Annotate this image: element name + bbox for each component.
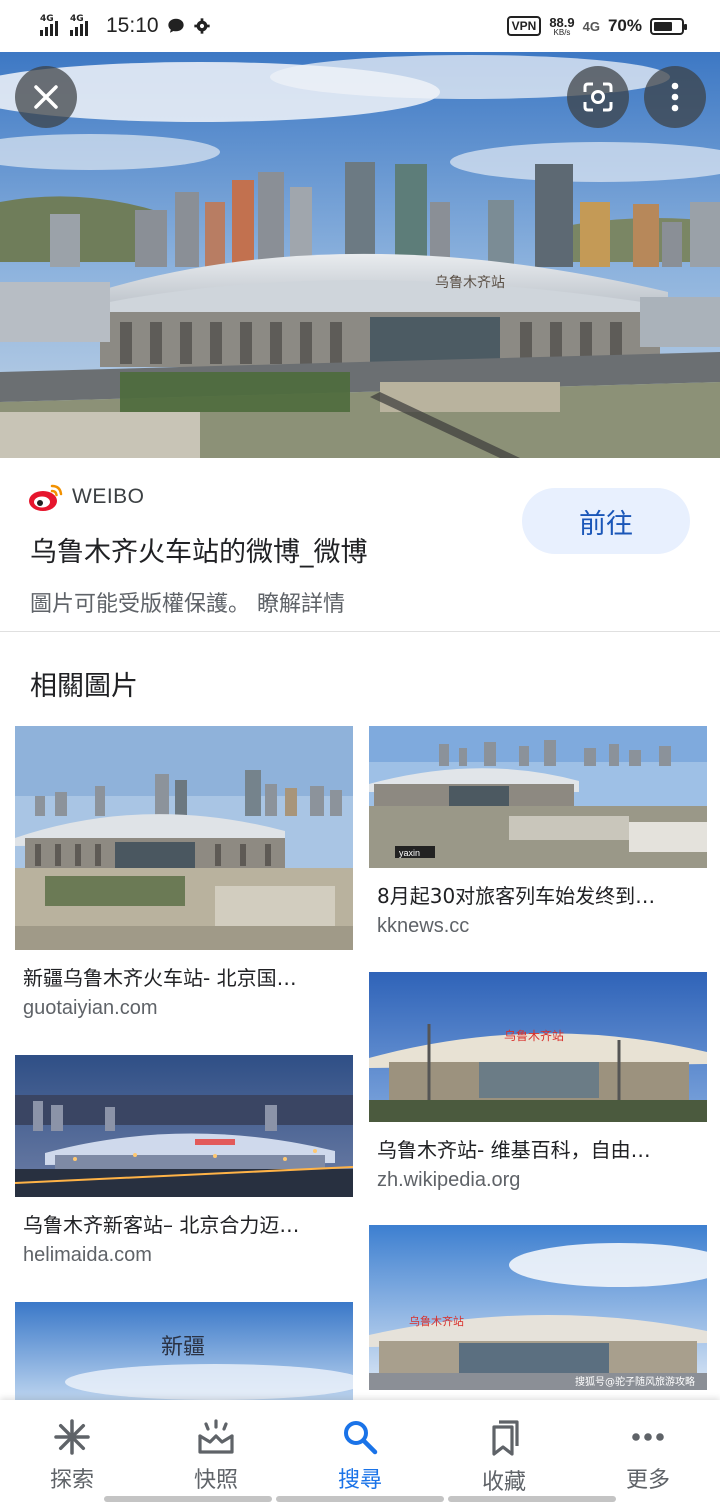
related-image-thumbnail: 乌鲁木齐站 <box>369 972 707 1122</box>
nav-more[interactable]: 更多 <box>576 1400 720 1504</box>
signal-strength-icon: 4G <box>40 14 62 36</box>
visit-button[interactable]: 前往 <box>522 488 690 554</box>
status-bar: 4G 4G 15:10 VPN 88.9 KB/s 4G 70% <box>0 0 720 52</box>
nav-collections[interactable]: 收藏 <box>432 1400 576 1504</box>
signal-strength-icon: 4G <box>70 14 92 36</box>
snapshot-icon <box>198 1419 234 1454</box>
status-time: 15:10 <box>106 14 159 37</box>
related-image-domain: guotaiyian.com <box>23 997 158 1019</box>
network-type: 4G <box>582 18 600 34</box>
thumbnail-watermark: yaxin <box>399 848 420 858</box>
svg-text:乌鲁木齐站: 乌鲁木齐站 <box>504 1028 564 1043</box>
related-image-thumbnail: yaxin <box>369 726 707 868</box>
related-image-domain: helimaida.com <box>23 1244 152 1266</box>
source-site-name: WEIBO <box>72 485 145 508</box>
nav-label: 收藏 <box>481 1470 526 1495</box>
related-images-heading: 相關圖片 <box>30 671 138 702</box>
calligraphy-text: 新疆 <box>161 1335 205 1360</box>
related-image-title: 新疆乌鲁木齐火车站- 北京国… <box>23 966 297 990</box>
nav-label: 探索 <box>49 1468 94 1493</box>
related-image-domain: kknews.cc <box>377 915 470 937</box>
nav-label: 快照 <box>193 1468 238 1493</box>
battery-percent: 70% <box>607 16 642 35</box>
gesture-bar <box>104 1496 616 1502</box>
search-icon <box>344 1421 378 1455</box>
nav-label: 搜尋 <box>337 1468 382 1493</box>
chat-bubble-icon <box>167 18 184 33</box>
close-button[interactable] <box>15 66 77 128</box>
settings-gear-icon <box>193 18 210 34</box>
battery-icon <box>650 17 687 35</box>
related-image-card[interactable]: 乌鲁木齐新客站– 北京合力迈… helimaida.com <box>15 1055 353 1267</box>
image-source-panel: WEIBO 乌鲁木齐火车站的微博_微博 圖片可能受版權保護。 瞭解詳情 前往 <box>0 458 720 632</box>
network-speed: 88.9 KB/s <box>549 14 575 37</box>
lens-search-button[interactable] <box>567 66 629 128</box>
nav-label: 更多 <box>625 1468 670 1493</box>
more-options-button[interactable] <box>644 66 706 128</box>
related-image-card[interactable]: yaxin 8月起30对旅客列车始发终到… kknews.cc <box>369 726 707 938</box>
more-horiz-icon <box>632 1433 664 1441</box>
related-image-title: 乌鲁木齐新客站– 北京合力迈… <box>23 1213 300 1237</box>
related-image-domain: zh.wikipedia.org <box>377 1169 521 1191</box>
copyright-notice[interactable]: 圖片可能受版權保護。 瞭解詳情 <box>30 586 345 618</box>
related-image-thumbnail: 新疆 <box>15 1302 353 1400</box>
more-vert-icon <box>671 82 679 112</box>
lens-icon <box>583 82 613 112</box>
nav-discover[interactable]: 探索 <box>0 1400 144 1504</box>
related-image-title: 乌鲁木齐站- 维基百科，自由… <box>377 1138 651 1162</box>
source-title[interactable]: 乌鲁木齐火车站的微博_微博 <box>30 530 368 569</box>
related-image-card[interactable]: 乌鲁木齐站 乌鲁木齐站- 维基百科，自由… zh.wikipedia.org <box>369 972 707 1192</box>
station-sign: 乌鲁木齐站 <box>435 275 505 291</box>
related-image-thumbnail <box>15 726 353 950</box>
related-image-card[interactable]: 乌鲁木齐站 搜狐号@驼子随风旅游攻略 <box>369 1225 707 1390</box>
related-image-thumbnail: 乌鲁木齐站 搜狐号@驼子随风旅游攻略 <box>369 1225 707 1390</box>
close-icon <box>34 85 58 109</box>
asterisk-icon <box>54 1419 90 1455</box>
nav-search[interactable]: 搜尋 <box>288 1400 432 1504</box>
related-image-card[interactable]: 新疆 <box>15 1302 353 1400</box>
vpn-badge: VPN <box>506 16 542 36</box>
related-image-title: 8月起30对旅客列车始发终到… <box>377 884 656 908</box>
bottom-navigation: 探索 快照 搜尋 收藏 更多 <box>0 1400 720 1504</box>
svg-text:乌鲁木齐站: 乌鲁木齐站 <box>409 1314 464 1328</box>
related-image-thumbnail <box>15 1055 353 1197</box>
bookmarks-icon <box>492 1420 519 1456</box>
related-image-card[interactable]: 新疆乌鲁木齐火车站- 北京国… guotaiyian.com <box>15 726 353 1020</box>
nav-snapshot[interactable]: 快照 <box>144 1400 288 1504</box>
weibo-logo-icon <box>29 484 63 511</box>
thumbnail-watermark: 搜狐号@驼子随风旅游攻略 <box>575 1375 695 1388</box>
